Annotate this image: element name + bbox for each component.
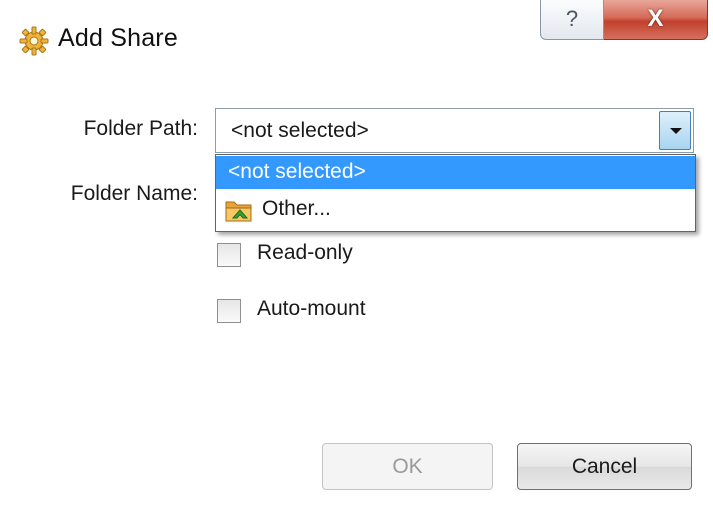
folder-path-value: <not selected> [231, 119, 369, 142]
automount-label: Auto-mount [257, 297, 366, 320]
help-icon: ? [565, 6, 579, 31]
readonly-label: Read-only [257, 241, 353, 264]
gear-icon [19, 26, 49, 56]
dropdown-item-other[interactable]: Other... [216, 191, 695, 229]
title-bar[interactable]: Add Share ? X [0, 0, 713, 72]
folder-path-label: Folder Path: [83, 117, 198, 140]
folder-path-combobox[interactable]: <not selected> [215, 108, 694, 153]
dropdown-item-not-selected[interactable]: <not selected> [216, 156, 695, 189]
add-share-dialog: Add Share ? X Folder Path: Folder Name: … [0, 0, 713, 519]
window-title: Add Share [58, 24, 178, 52]
readonly-checkbox[interactable] [217, 243, 241, 267]
folder-icon [225, 201, 252, 222]
cancel-button[interactable]: Cancel [517, 443, 692, 490]
chevron-down-icon[interactable] [659, 111, 691, 150]
folder-name-label: Folder Name: [70, 182, 198, 205]
close-button[interactable]: X [604, 0, 708, 40]
caption-buttons: ? X [540, 0, 708, 42]
help-button[interactable]: ? [540, 0, 604, 40]
dropdown-item-label: <not selected> [228, 160, 366, 183]
dropdown-item-label: Other... [262, 197, 331, 220]
ok-button[interactable]: OK [322, 443, 493, 490]
folder-path-dropdown-list: <not selected> Other... [215, 154, 696, 232]
close-icon: X [647, 5, 664, 32]
automount-checkbox[interactable] [217, 299, 241, 323]
